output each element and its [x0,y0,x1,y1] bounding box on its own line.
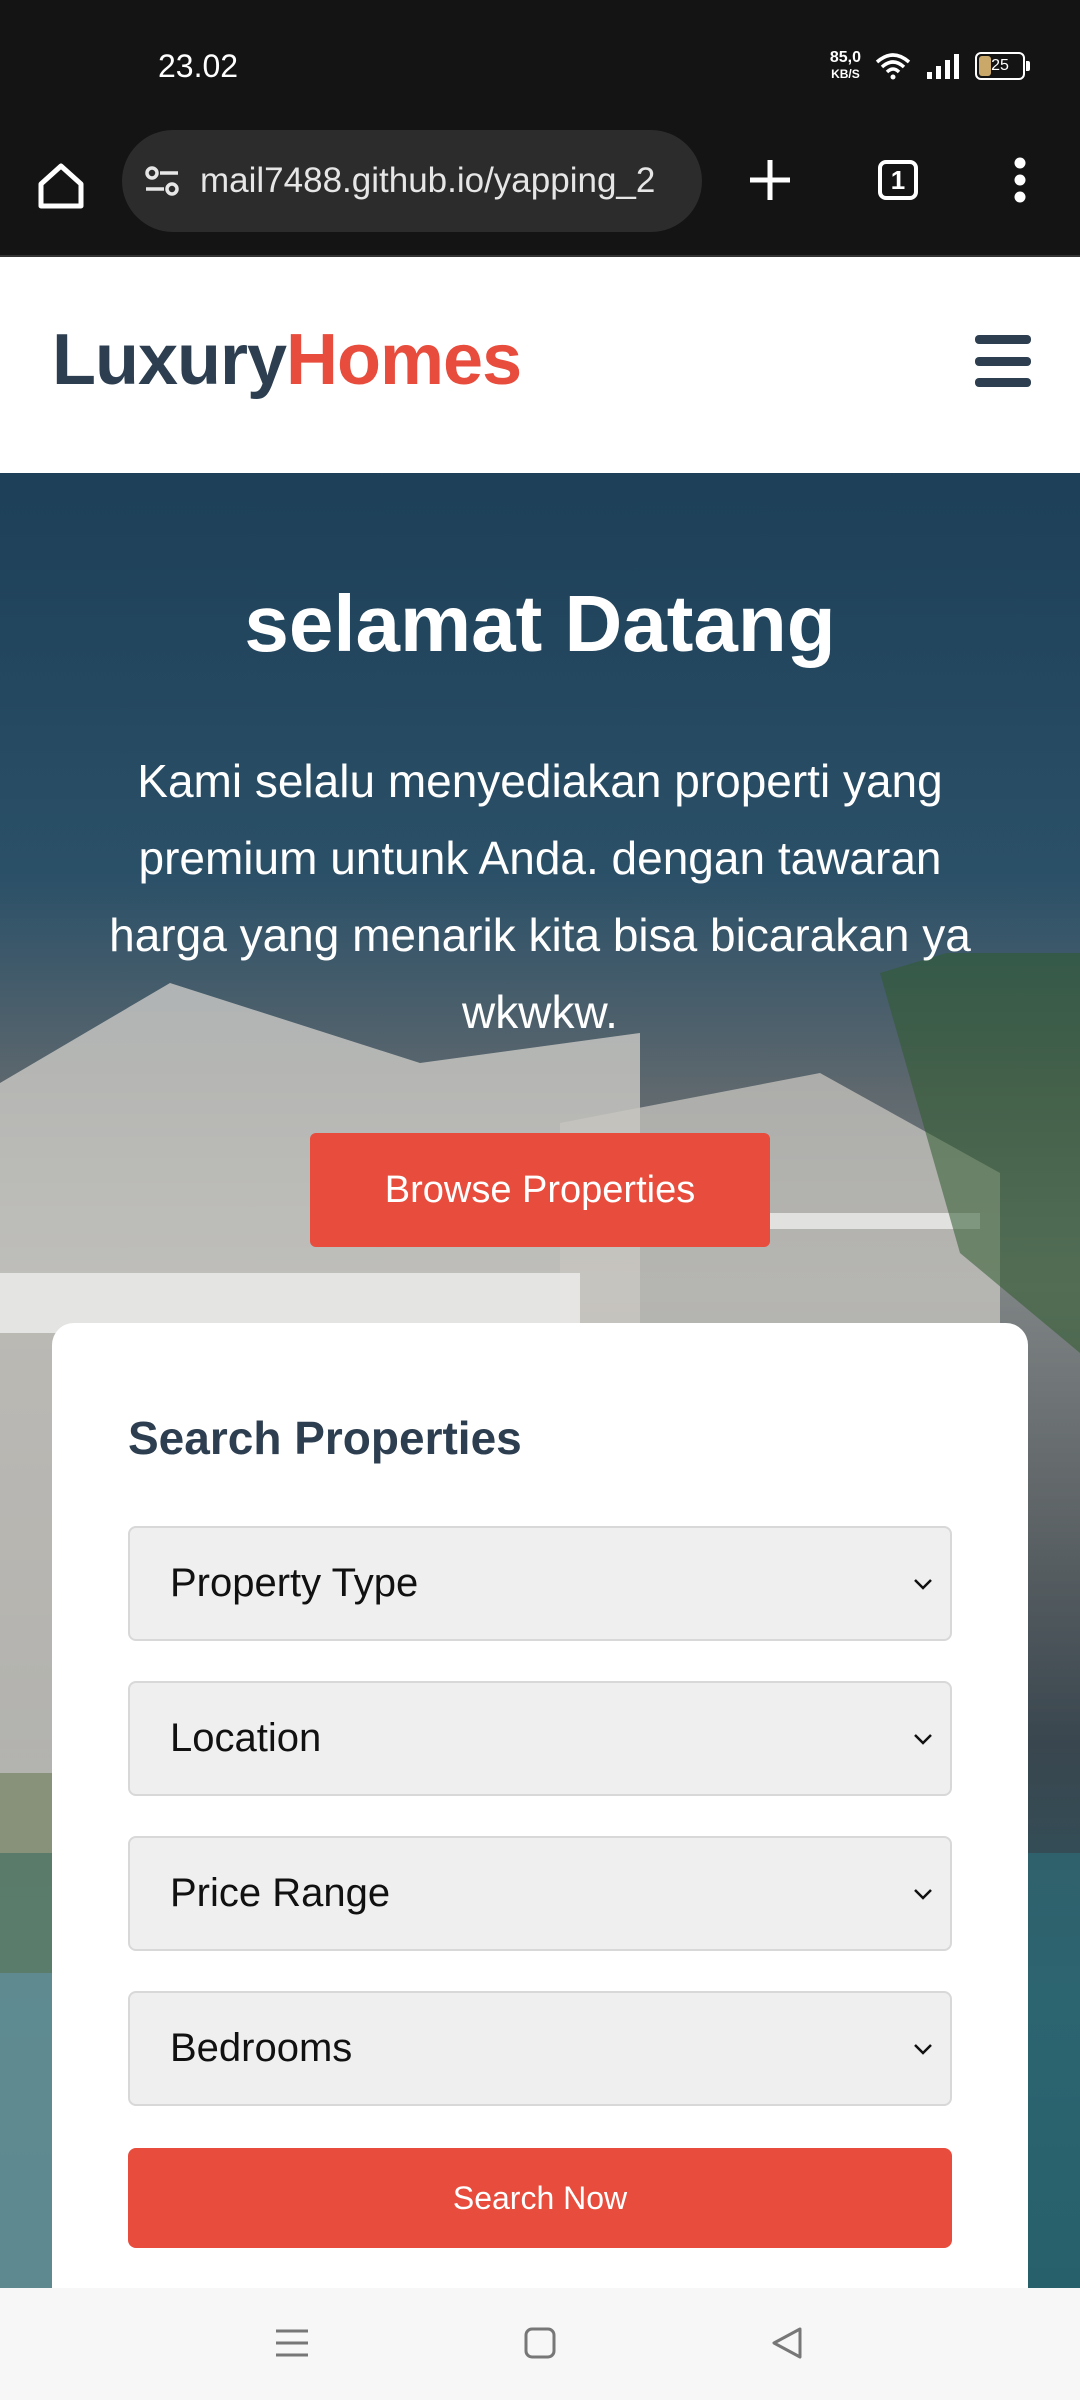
home-button[interactable] [30,155,92,217]
chevron-down-icon [914,1578,932,1590]
hamburger-menu-icon[interactable] [975,335,1031,387]
property-type-select[interactable]: Property Type [128,1526,952,1641]
bedrooms-select[interactable]: Bedrooms [128,1991,952,2106]
property-type-label: Property Type [170,1561,419,1605]
logo-text-luxury: Luxury [52,320,287,400]
tab-switcher-button[interactable]: 1 [870,150,926,210]
battery-level: 25 [991,57,1009,74]
home-icon [38,163,84,209]
site-logo[interactable]: LuxuryHomes [52,319,522,401]
browser-toolbar: mail7488.github.io/yapping_2 1 [0,130,1080,257]
network-speed-unit: KB/S [831,67,860,81]
back-nav-button[interactable] [762,2318,812,2368]
search-properties-card: Search Properties Property Type Location… [52,1323,1028,2323]
system-navigation-bar [0,2288,1080,2400]
url-bar[interactable]: mail7488.github.io/yapping_2 [122,130,702,232]
site-header: LuxuryHomes [0,257,1080,473]
search-now-button[interactable]: Search Now [128,2148,952,2248]
recent-apps-button[interactable] [267,2318,317,2368]
back-triangle-icon [772,2327,802,2359]
hero-description: Kami selalu menyediakan properti yang pr… [109,755,971,1038]
recent-apps-icon [276,2329,308,2357]
plus-icon [750,160,790,200]
chevron-down-icon [914,1888,932,1900]
chevron-down-icon [914,1733,932,1745]
home-square-icon [524,2327,556,2359]
more-vert-icon [1014,157,1026,203]
url-text: mail7488.github.io/yapping_2 [200,161,656,200]
location-select[interactable]: Location [128,1681,952,1796]
wifi-icon [875,53,911,80]
status-icons: 85,0 KB/S 25 [830,50,1030,82]
network-speed: 85,0 KB/S [830,50,861,82]
home-nav-button[interactable] [515,2318,565,2368]
tab-count: 1 [878,160,918,200]
signal-icon [927,54,959,79]
price-range-label: Price Range [170,1871,391,1915]
location-label: Location [170,1716,322,1760]
status-time: 23.02 [158,48,239,84]
price-range-select[interactable]: Price Range [128,1836,952,1951]
hero-title: selamat Datang [244,579,836,668]
network-speed-value: 85,0 [829,49,861,66]
status-bar: 23.02 85,0 KB/S 25 [0,0,1080,130]
bedrooms-label: Bedrooms [170,2026,353,2070]
search-title: Search Properties [128,1412,522,1464]
chevron-down-icon [914,2043,932,2055]
site-settings-icon [145,166,179,196]
logo-text-homes: Homes [286,320,522,400]
battery-icon: 25 [975,52,1030,80]
new-tab-button[interactable] [740,150,800,210]
browser-menu-button[interactable] [990,150,1050,210]
browse-properties-button[interactable]: Browse Properties [310,1133,770,1247]
